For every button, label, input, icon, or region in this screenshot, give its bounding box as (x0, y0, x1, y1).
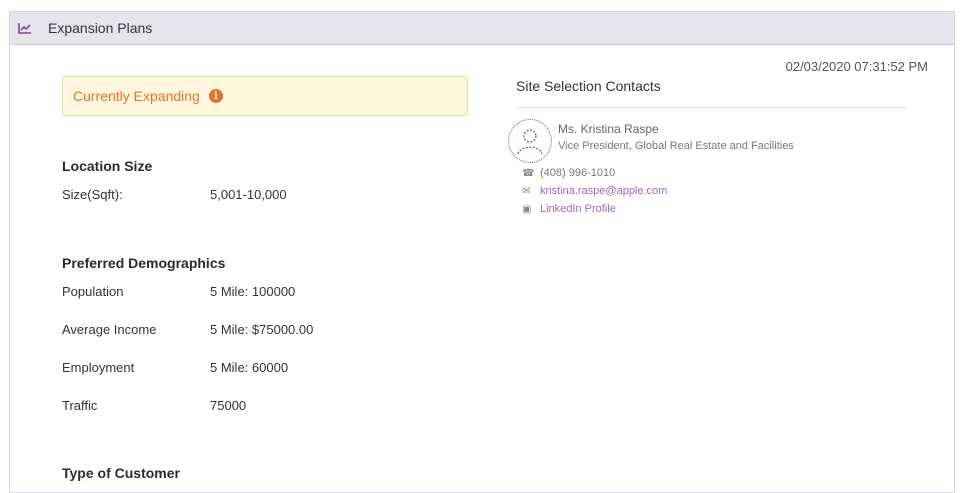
traffic-label: Traffic (62, 398, 98, 413)
average-income-value: 5 Mile: $75000.00 (210, 322, 314, 337)
panel-header: Expansion Plans (10, 12, 954, 45)
contact-email-link[interactable]: ✉ kristina.raspe@apple.com (522, 185, 667, 197)
traffic-value: 75000 (210, 398, 247, 413)
email-address: kristina.raspe@apple.com (540, 185, 668, 197)
contact-name: Ms. Kristina Raspe (558, 122, 659, 136)
population-label: Population (62, 284, 124, 299)
panel-title: Expansion Plans (48, 20, 153, 36)
linkedin-icon: ▣ (522, 203, 532, 215)
contact-phone[interactable]: ☎ (408) 996-1010 (522, 167, 615, 179)
divider (516, 107, 906, 108)
location-size-heading: Location Size (62, 158, 153, 174)
status-badge: Currently Expanding i (62, 76, 468, 116)
customer-type-heading: Type of Customer (62, 465, 180, 481)
chart-line-icon (18, 20, 34, 36)
phone-icon: ☎ (522, 167, 535, 179)
info-icon[interactable]: i (208, 89, 223, 103)
employment-value: 5 Mile: 60000 (210, 360, 289, 375)
linkedin-label: LinkedIn Profile (540, 203, 616, 215)
demographics-heading: Preferred Demographics (62, 255, 226, 271)
average-income-label: Average Income (62, 322, 157, 337)
email-icon: ✉ (522, 185, 531, 197)
population-value: 5 Mile: 100000 (210, 284, 296, 299)
employment-label: Employment (62, 360, 135, 375)
timestamp: 02/03/2020 07:31:52 PM (785, 59, 928, 74)
avatar (508, 119, 552, 163)
linkedin-link[interactable]: ▣ LinkedIn Profile (522, 203, 616, 215)
status-label: Currently Expanding (73, 88, 200, 104)
size-value: 5,001-10,000 (210, 187, 287, 202)
size-label: Size(Sqft): (62, 187, 123, 202)
contacts-heading: Site Selection Contacts (516, 78, 661, 94)
phone-number: (408) 996-1010 (540, 167, 616, 179)
contact-title: Vice President, Global Real Estate and F… (558, 140, 794, 152)
expansion-plans-panel: Expansion Plans 02/03/2020 07:31:52 PM C… (9, 11, 955, 493)
